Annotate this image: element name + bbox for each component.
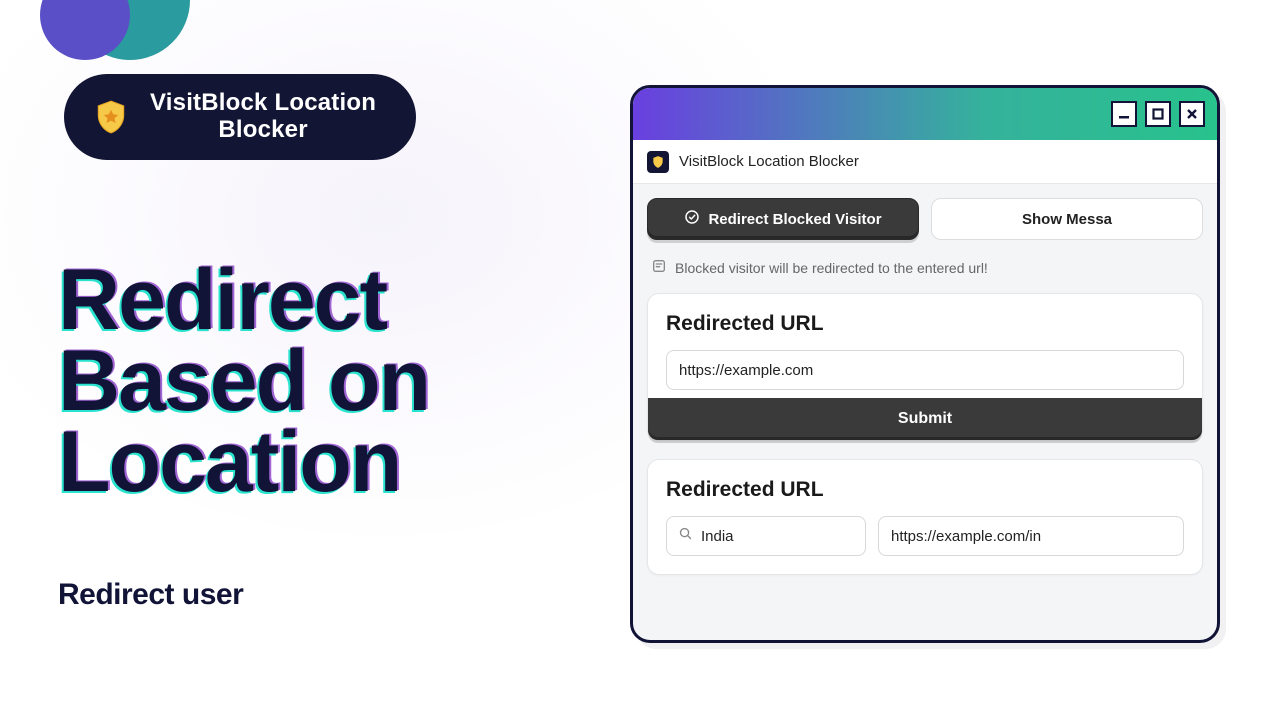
country-search-input[interactable] <box>666 516 866 556</box>
badge-title-line2: Blocker <box>150 117 376 144</box>
minimize-button[interactable] <box>1111 101 1137 127</box>
shield-icon <box>647 151 669 173</box>
country-redirect-card: Redirected URL <box>647 459 1203 575</box>
badge-title: VisitBlock Location Blocker <box>150 90 376 144</box>
hero-heading: Redirect Based on Location <box>58 260 598 502</box>
card1-title: Redirected URL <box>666 312 1184 336</box>
search-icon <box>678 526 693 546</box>
maximize-button[interactable] <box>1145 101 1171 127</box>
window-titlebar <box>633 88 1217 140</box>
country-url-input[interactable] <box>878 516 1184 556</box>
badge-title-line1: VisitBlock Location <box>150 90 376 117</box>
app-content: Redirect Blocked Visitor Show Messa Bloc… <box>633 184 1217 575</box>
submit-button[interactable]: Submit <box>648 398 1202 440</box>
tab-redirect-label: Redirect Blocked Visitor <box>708 211 881 228</box>
tab-show-message[interactable]: Show Messa <box>931 198 1203 240</box>
note-icon <box>651 258 667 277</box>
hint-text: Blocked visitor will be redirected to th… <box>675 260 988 276</box>
hero-line3: Location <box>58 414 400 510</box>
redirect-url-input[interactable] <box>666 350 1184 390</box>
app-badge: VisitBlock Location Blocker <box>64 74 416 160</box>
tab-redirect-blocked[interactable]: Redirect Blocked Visitor <box>647 198 919 240</box>
app-window: VisitBlock Location Blocker Redirect Blo… <box>630 85 1220 643</box>
shield-icon <box>84 90 138 144</box>
hero-subhead: Redirect user <box>58 578 598 612</box>
hint-row: Blocked visitor will be redirected to th… <box>647 250 1203 293</box>
close-button[interactable] <box>1179 101 1205 127</box>
card2-title: Redirected URL <box>666 478 1184 502</box>
redirect-url-card: Redirected URL Submit <box>647 293 1203 441</box>
country-search-wrap <box>666 516 866 556</box>
app-title: VisitBlock Location Blocker <box>679 153 859 170</box>
hero: Redirect Based on Location Redirect user <box>58 260 598 612</box>
check-circle-icon <box>684 209 700 229</box>
tab-show-message-label: Show Messa <box>1022 211 1112 228</box>
tab-row: Redirect Blocked Visitor Show Messa <box>647 198 1203 240</box>
app-header: VisitBlock Location Blocker <box>633 140 1217 184</box>
